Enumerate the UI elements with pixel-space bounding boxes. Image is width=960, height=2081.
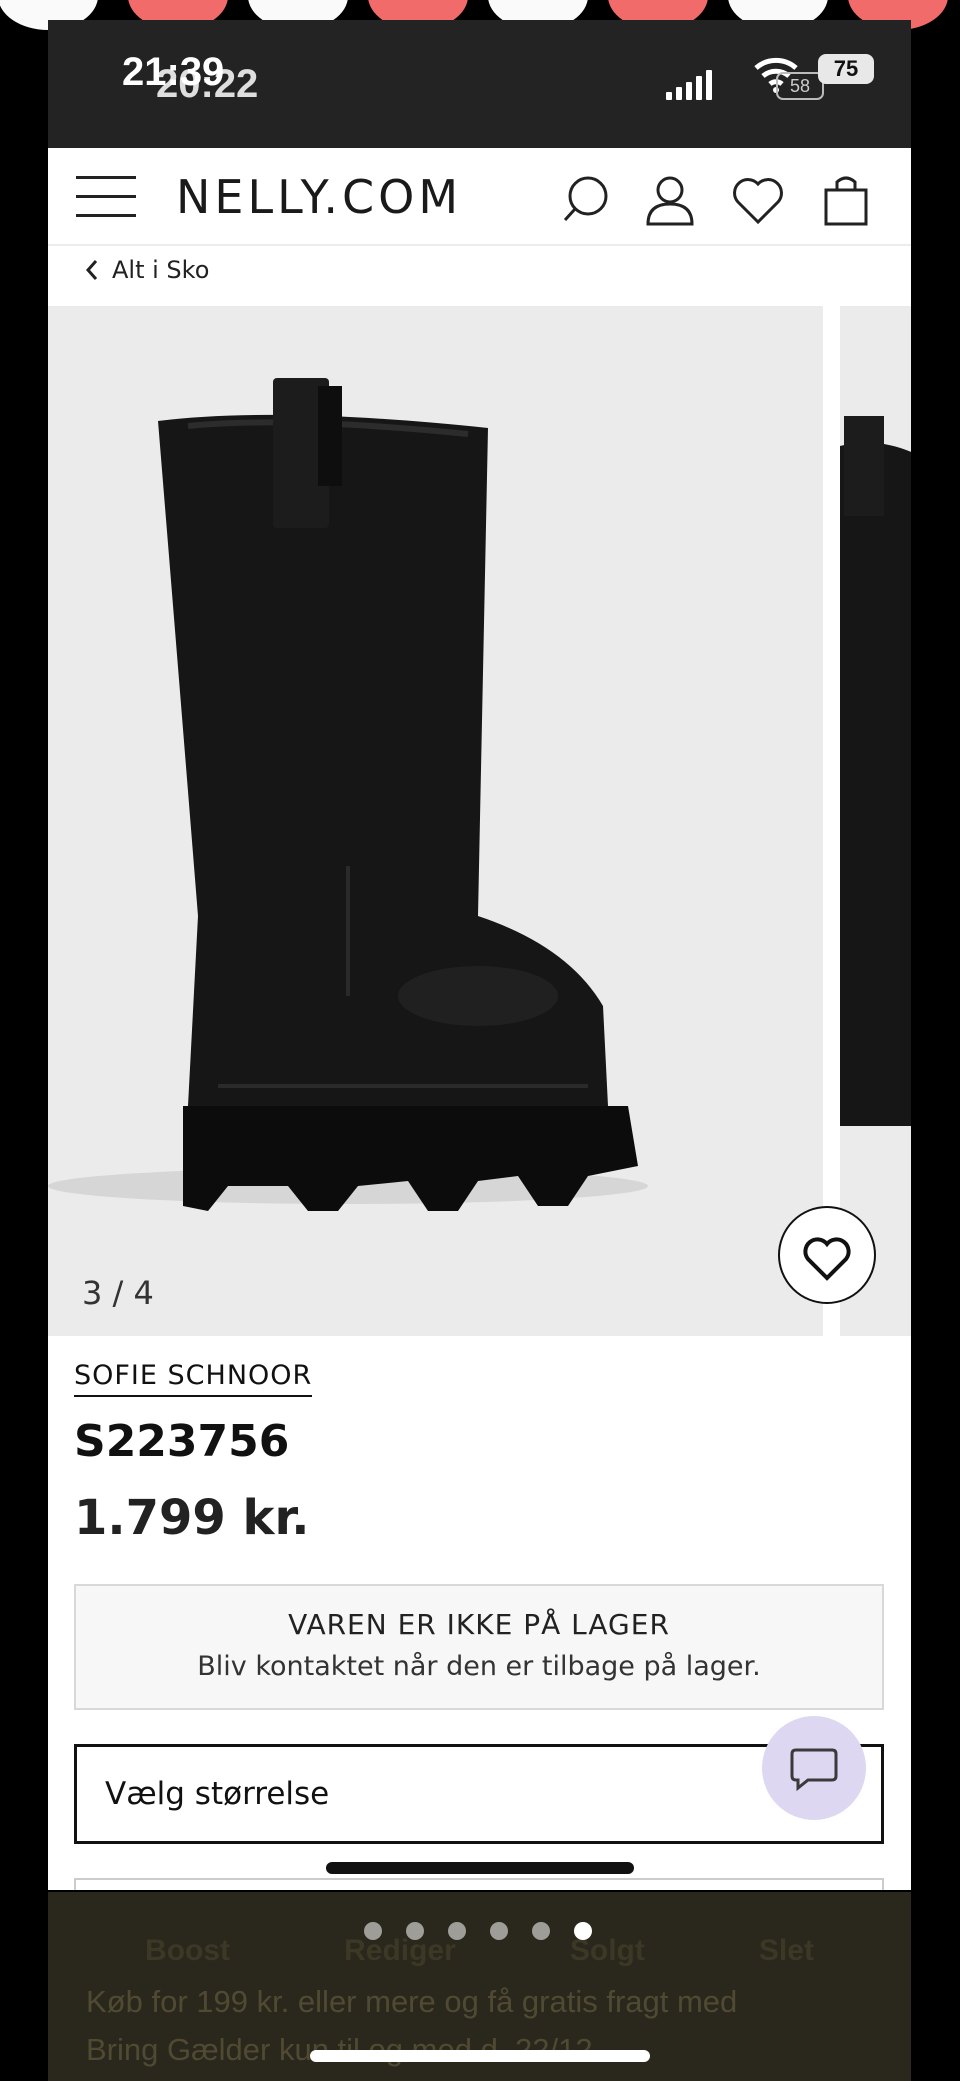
signal-icon [666, 70, 712, 100]
search-icon[interactable] [558, 172, 614, 228]
boost-button[interactable]: Boost [145, 1934, 230, 1968]
phone-screenshot: 20:22 21:39 58 75 NELLY.COM Alt i Sko 3 … [48, 20, 911, 1890]
image-counter: 3 / 4 [82, 1274, 154, 1312]
heart-icon[interactable] [730, 172, 786, 228]
chevron-left-icon [85, 260, 98, 280]
page-dot-active [574, 1922, 592, 1940]
battery-icon: 75 [818, 54, 874, 84]
product-image[interactable] [48, 306, 823, 1336]
site-header: NELLY.COM [48, 148, 911, 246]
page-dot [532, 1922, 550, 1940]
heart-icon [803, 1237, 851, 1281]
bag-icon[interactable] [818, 172, 874, 228]
page-dot [448, 1922, 466, 1940]
favorite-button[interactable] [778, 1206, 876, 1304]
delete-button[interactable]: Slet [759, 1934, 814, 1968]
stock-title: VAREN ER IKKE PÅ LAGER [288, 1608, 670, 1641]
battery-icon-back: 58 [776, 72, 824, 100]
next-section [74, 1878, 884, 1890]
chat-button[interactable] [762, 1716, 866, 1820]
next-image-peek[interactable] [840, 306, 911, 1336]
page-dot [364, 1922, 382, 1940]
out-of-stock-notice[interactable]: VAREN ER IKKE PÅ LAGER Bliv kontaktet nå… [74, 1584, 884, 1710]
home-indicator[interactable] [310, 2050, 650, 2062]
page-dot [490, 1922, 508, 1940]
chat-icon [790, 1748, 838, 1792]
site-logo[interactable]: NELLY.COM [176, 170, 462, 224]
boot-image-next [840, 416, 911, 1126]
user-icon[interactable] [642, 172, 698, 228]
page-dot [406, 1922, 424, 1940]
boot-image [48, 378, 648, 1211]
breadcrumb[interactable]: Alt i Sko [84, 256, 209, 284]
status-bar: 20:22 21:39 58 75 [48, 20, 911, 148]
promo-line-1: Køb for 199 kr. eller mere og få gratis … [86, 1984, 738, 2019]
status-time: 21:39 [122, 50, 225, 94]
product-gallery[interactable]: 3 / 4 [48, 306, 911, 1336]
product-title: S223756 [74, 1416, 290, 1467]
stock-subtitle: Bliv kontaktet når den er tilbage på lag… [197, 1651, 761, 1682]
breadcrumb-label: Alt i Sko [112, 256, 210, 284]
menu-icon[interactable] [76, 176, 136, 220]
product-brand[interactable]: SOFIE SCHNOOR [74, 1360, 313, 1397]
product-price: 1.799 kr. [74, 1490, 310, 1546]
drawer-handle[interactable] [326, 1862, 634, 1874]
page-indicator [364, 1922, 592, 1940]
